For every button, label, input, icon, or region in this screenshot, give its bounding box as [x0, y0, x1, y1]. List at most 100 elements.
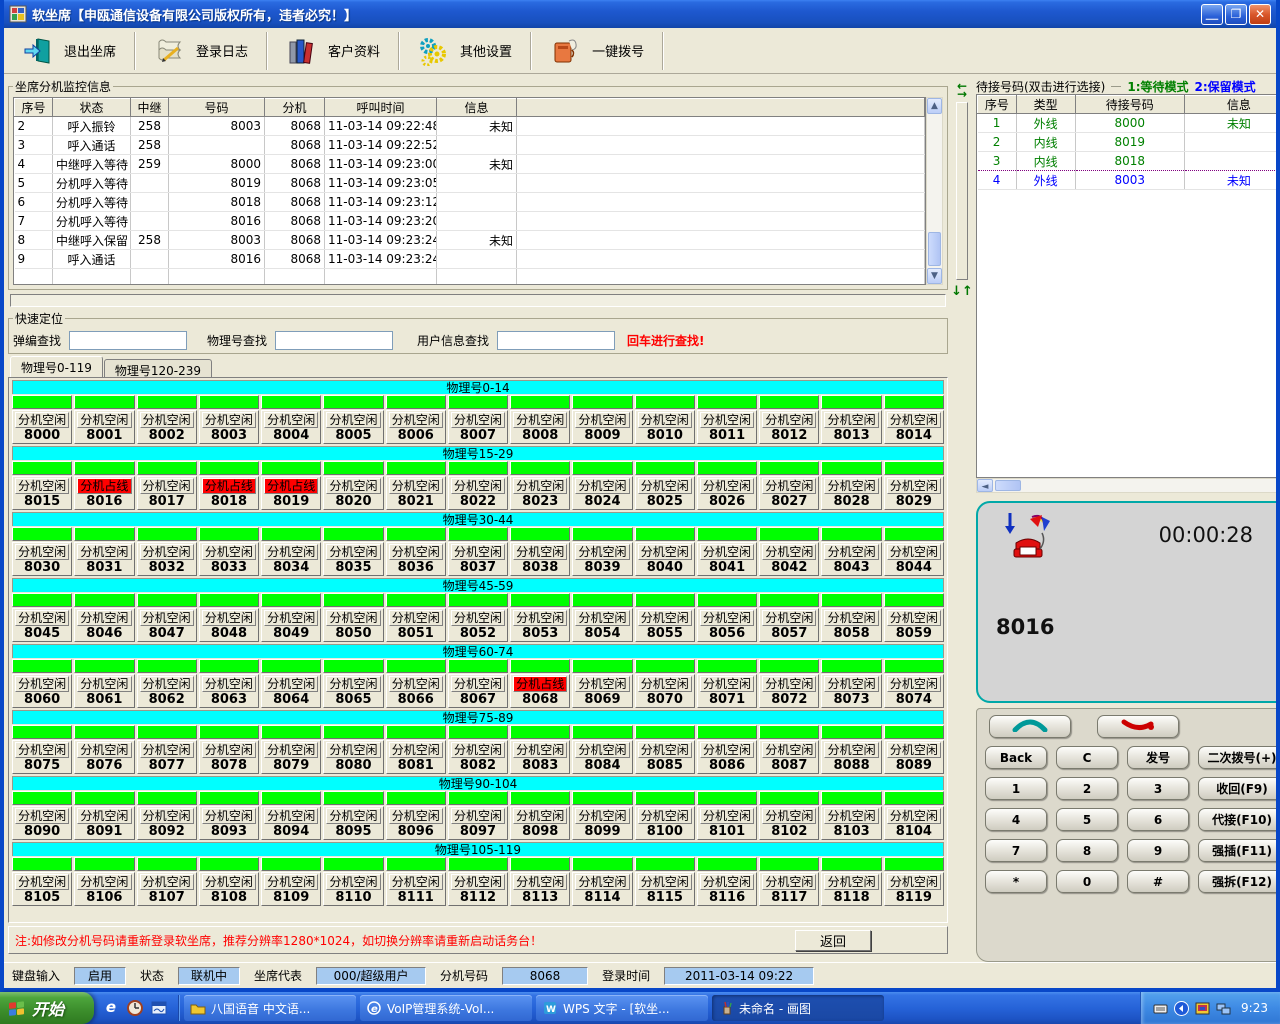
extension-cell[interactable]: 分机空闲8025 [635, 476, 695, 510]
monitor-table-row[interactable]: 7分机呼入等待8016806811-03-14 09:23:20 [15, 212, 925, 231]
extension-cell[interactable]: 分机空闲8002 [137, 410, 197, 444]
extension-cell[interactable]: 分机空闲8115 [635, 872, 695, 906]
extension-cell[interactable]: 分机空闲8119 [884, 872, 944, 906]
popup-search-input[interactable] [69, 331, 187, 350]
extension-cell[interactable]: 分机空闲8077 [137, 740, 197, 774]
extension-cell[interactable]: 分机空闲8073 [821, 674, 881, 708]
extension-cell[interactable]: 分机空闲8085 [635, 740, 695, 774]
extension-cell[interactable]: 分机空闲8059 [884, 608, 944, 642]
taskbar-task-button[interactable]: 未命名 - 画图 [712, 995, 884, 1021]
extension-cell[interactable]: 分机空闲8006 [386, 410, 446, 444]
extension-cell[interactable]: 分机空闲8030 [12, 542, 72, 576]
extension-cell[interactable]: 分机空闲8110 [323, 872, 383, 906]
extension-cell[interactable]: 分机空闲8024 [572, 476, 632, 510]
extension-cell[interactable]: 分机空闲8058 [821, 608, 881, 642]
dialpad-key[interactable]: 2 [1056, 777, 1118, 800]
extension-cell[interactable]: 分机空闲8076 [74, 740, 134, 774]
tab-physical-0-119[interactable]: 物理号0-119 [10, 356, 103, 377]
answer-button[interactable] [989, 715, 1071, 738]
extension-cell[interactable]: 分机空闲8033 [199, 542, 259, 576]
taskbar-task-button[interactable]: WWPS 文字 - [软坐... [536, 995, 708, 1021]
extension-cell[interactable]: 分机空闲8017 [137, 476, 197, 510]
extension-cell[interactable]: 分机空闲8050 [323, 608, 383, 642]
extension-cell[interactable]: 分机空闲8029 [884, 476, 944, 510]
close-button[interactable]: ✕ [1249, 4, 1271, 25]
maximize-button[interactable]: ❐ [1225, 4, 1247, 25]
scroll-up-icon[interactable]: ▲ [927, 98, 942, 114]
extension-cell[interactable]: 分机空闲8022 [448, 476, 508, 510]
extension-cell[interactable]: 分机空闲8008 [510, 410, 570, 444]
monitor-table-row[interactable]: 9呼入通话8016806811-03-14 09:23:24 [15, 250, 925, 269]
extension-cell[interactable]: 分机空闲8069 [572, 674, 632, 708]
extension-cell[interactable]: 分机空闲8000 [12, 410, 72, 444]
extension-cell[interactable]: 分机空闲8080 [323, 740, 383, 774]
extension-cell[interactable]: 分机空闲8088 [821, 740, 881, 774]
exit-agent-button[interactable]: 退出坐席 [8, 30, 130, 72]
extension-cell[interactable]: 分机空闲8056 [697, 608, 757, 642]
extension-cell[interactable]: 分机空闲8107 [137, 872, 197, 906]
dialpad-key[interactable]: 强拆(F12) [1198, 870, 1276, 893]
extension-cell[interactable]: 分机空闲8116 [697, 872, 757, 906]
extension-cell[interactable]: 分机空闲8047 [137, 608, 197, 642]
login-log-button[interactable]: 登录日志 [140, 30, 262, 72]
ie-icon[interactable]: e [102, 999, 120, 1017]
keyboard-icon[interactable] [1153, 1001, 1168, 1016]
extension-cell[interactable]: 分机空闲8027 [759, 476, 819, 510]
extension-cell[interactable]: 分机空闲8093 [199, 806, 259, 840]
extension-cell[interactable]: 分机空闲8084 [572, 740, 632, 774]
extension-cell[interactable]: 分机空闲8112 [448, 872, 508, 906]
dialpad-key[interactable]: 1 [985, 777, 1047, 800]
extension-cell[interactable]: 分机空闲8091 [74, 806, 134, 840]
start-button[interactable]: 开始 [0, 992, 94, 1024]
dialpad-key[interactable]: # [1127, 870, 1189, 893]
extension-cell[interactable]: 分机空闲8096 [386, 806, 446, 840]
extension-cell[interactable]: 分机空闲8070 [635, 674, 695, 708]
extension-cell[interactable]: 分机空闲8010 [635, 410, 695, 444]
extension-cell[interactable]: 分机空闲8032 [137, 542, 197, 576]
extension-cell[interactable]: 分机空闲8062 [137, 674, 197, 708]
extension-cell[interactable]: 分机空闲8052 [448, 608, 508, 642]
extension-cell[interactable]: 分机空闲8105 [12, 872, 72, 906]
extension-cell[interactable]: 分机空闲8007 [448, 410, 508, 444]
language-bar-icon[interactable] [1174, 1001, 1189, 1016]
extension-cell[interactable]: 分机空闲8118 [821, 872, 881, 906]
extension-cell[interactable]: 分机空闲8011 [697, 410, 757, 444]
extension-cell[interactable]: 分机空闲8021 [386, 476, 446, 510]
extension-cell[interactable]: 分机空闲8094 [261, 806, 321, 840]
dialpad-key[interactable]: Back [985, 746, 1047, 769]
monitor-vscrollbar[interactable]: ▲ ▼ [926, 97, 943, 285]
extension-cell[interactable]: 分机空闲8051 [386, 608, 446, 642]
extension-cell[interactable]: 分机空闲8035 [323, 542, 383, 576]
extension-cell[interactable]: 分机空闲8014 [884, 410, 944, 444]
extension-cell[interactable]: 分机空闲8061 [74, 674, 134, 708]
extension-cell[interactable]: 分机空闲8071 [697, 674, 757, 708]
extension-cell[interactable]: 分机空闲8074 [884, 674, 944, 708]
waiting-table-row[interactable]: 3内线8018 [978, 152, 1277, 171]
extension-cell[interactable]: 分机占线8018 [199, 476, 259, 510]
extension-cell[interactable]: 分机空闲8005 [323, 410, 383, 444]
waiting-table-row[interactable]: 2内线8019 [978, 133, 1277, 152]
dialpad-key[interactable]: 9 [1127, 839, 1189, 862]
extension-cell[interactable]: 分机空闲8003 [199, 410, 259, 444]
dialpad-key[interactable]: 6 [1127, 808, 1189, 831]
tab-physical-120-239[interactable]: 物理号120-239 [104, 359, 212, 377]
network-icon[interactable] [1216, 1001, 1231, 1016]
clock-app-icon[interactable] [126, 999, 144, 1017]
extension-cell[interactable]: 分机空闲8036 [386, 542, 446, 576]
extension-cell[interactable]: 分机空闲8086 [697, 740, 757, 774]
extension-cell[interactable]: 分机空闲8063 [199, 674, 259, 708]
extension-cell[interactable]: 分机空闲8028 [821, 476, 881, 510]
dialpad-key[interactable]: 7 [985, 839, 1047, 862]
extension-cell[interactable]: 分机空闲8049 [261, 608, 321, 642]
dialpad-key[interactable]: 二次拨号(+) [1198, 746, 1276, 769]
extension-cell[interactable]: 分机空闲8046 [74, 608, 134, 642]
extension-cell[interactable]: 分机空闲8099 [572, 806, 632, 840]
dialpad-key[interactable]: 3 [1127, 777, 1189, 800]
extension-cell[interactable]: 分机空闲8015 [12, 476, 72, 510]
scroll-thumb[interactable] [995, 480, 1021, 491]
extension-cell[interactable]: 分机空闲8048 [199, 608, 259, 642]
extension-cell[interactable]: 分机空闲8057 [759, 608, 819, 642]
extension-cell[interactable]: 分机空闲8109 [261, 872, 321, 906]
back-button[interactable]: 返回 [795, 930, 871, 951]
extension-cell[interactable]: 分机空闲8089 [884, 740, 944, 774]
